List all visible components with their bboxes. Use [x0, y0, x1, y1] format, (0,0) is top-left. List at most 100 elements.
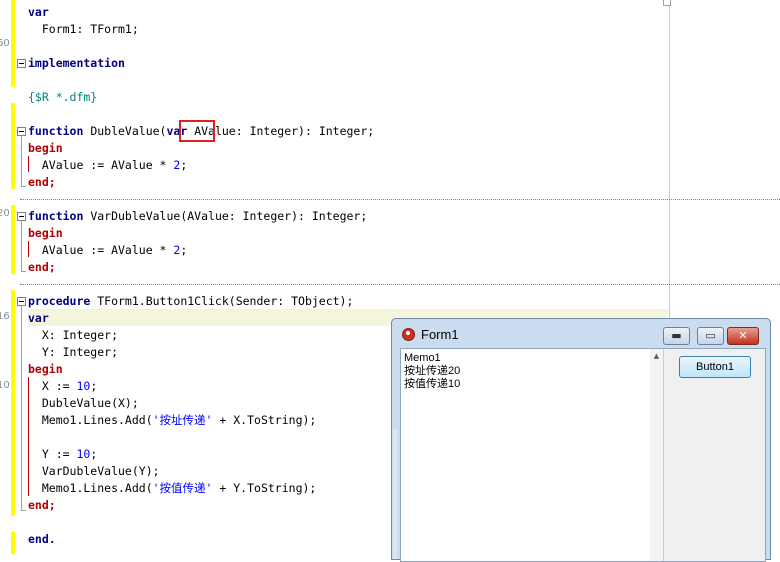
code-line: X: Integer; [28, 328, 119, 342]
code-text: ; [90, 379, 98, 393]
fold-line [21, 221, 22, 271]
code-line: begin [28, 140, 63, 157]
keyword: end; [28, 175, 56, 189]
keyword: begin [28, 141, 63, 155]
bar-gap [11, 516, 15, 532]
string-literal: '按址传递' [152, 413, 213, 427]
line-number: 16 [0, 311, 10, 322]
editor-corner-box [663, 0, 671, 6]
fold-line-end [21, 510, 26, 511]
compiler-directive: {$R *.dfm} [28, 90, 98, 104]
memo-line: 按值传递10 [404, 378, 461, 390]
bar-gap [11, 87, 15, 103]
form1-window[interactable]: Form1 ▬ ▭ ✕ Memo1 按址传递20 按值传递10 ▲ Button… [391, 318, 771, 562]
memo-scrollbar[interactable]: ▲ [650, 349, 663, 561]
number-literal: 10 [76, 379, 91, 393]
window-titlebar[interactable]: Form1 ▬ ▭ ✕ [392, 319, 770, 349]
form-client-area: Memo1 按址传递20 按值传递10 ▲ Button1 [393, 348, 766, 562]
bar-gap [11, 189, 15, 205]
code-text: AValue := AValue * [28, 158, 174, 172]
code-line: X := 10; [28, 378, 97, 395]
maximize-icon: ▭ [705, 329, 716, 342]
keyword: function [28, 124, 84, 138]
method-separator [20, 284, 780, 285]
code-line: VarDubleValue(Y); [28, 464, 160, 478]
fold-toggle[interactable] [17, 59, 26, 68]
method-separator [20, 199, 780, 200]
code-line: begin [28, 361, 63, 378]
code-text: ; [180, 243, 188, 257]
code-text: AValue := AValue * [28, 243, 174, 257]
code-text: AValue: Integer): Integer; [187, 124, 375, 138]
fold-toggle[interactable] [17, 212, 26, 221]
code-text: TForm1.Button1Click(Sender: TObject); [90, 294, 354, 308]
code-line: DubleValue(X); [28, 396, 139, 410]
code-text: ; [90, 447, 98, 461]
window-title: Form1 [421, 327, 459, 342]
code-text: + X.ToString); [212, 413, 317, 427]
keyword: function [28, 209, 84, 223]
maximize-button[interactable]: ▭ [697, 327, 724, 345]
string-literal: '按值传递' [152, 481, 213, 495]
code-line: function VarDubleValue(AValue: Integer):… [28, 208, 367, 225]
code-text: Memo1.Lines.Add( [28, 481, 153, 495]
code-text: Y := [28, 447, 77, 461]
code-line: end. [28, 531, 56, 548]
fold-line [21, 136, 22, 186]
code-line: AValue := AValue * 2; [28, 242, 187, 259]
keyword: var [28, 311, 49, 325]
code-text: Memo1.Lines.Add( [28, 413, 153, 427]
line-number: 10 [0, 380, 10, 391]
keyword: end; [28, 498, 56, 512]
fold-toggle[interactable] [17, 127, 26, 136]
fold-line-end [21, 186, 26, 187]
window-edge [393, 429, 397, 559]
memo-line: 按址传递20 [404, 365, 461, 377]
line-number-gutter: 60 20 16 10 [0, 0, 10, 554]
code-line: AValue := AValue * 2; [28, 157, 187, 174]
close-button[interactable]: ✕ [727, 327, 759, 345]
button1[interactable]: Button1 [679, 356, 751, 378]
code-text: ; [180, 158, 188, 172]
code-line: Form1: TForm1; [28, 22, 139, 36]
minimize-icon: ▬ [671, 329, 682, 342]
code-line: Y: Integer; [28, 345, 119, 359]
code-line: Y := 10; [28, 446, 97, 463]
code-line: end; [28, 259, 56, 276]
code-line: begin [28, 225, 63, 242]
app-icon [402, 328, 415, 341]
keyword: var [28, 5, 49, 19]
var-highlight-box [179, 120, 215, 142]
minimize-button[interactable]: ▬ [663, 327, 690, 345]
bar-gap [11, 274, 15, 290]
keyword: begin [28, 226, 63, 240]
fold-line-end [21, 271, 26, 272]
code-line: end; [28, 174, 56, 191]
keyword: procedure [28, 294, 91, 308]
code-line: Memo1.Lines.Add('按值传递' + Y.ToString); [28, 480, 317, 497]
number-literal: 10 [76, 447, 91, 461]
memo1[interactable]: Memo1 按址传递20 按值传递10 ▲ [401, 349, 664, 561]
keyword: implementation [28, 56, 125, 70]
code-line: end; [28, 497, 56, 514]
code-line: var [28, 4, 49, 21]
code-text: X := [28, 379, 77, 393]
keyword: end; [28, 260, 56, 274]
code-line: implementation [28, 55, 125, 72]
keyword: end. [28, 532, 56, 546]
close-icon: ✕ [738, 329, 748, 342]
code-text: VarDubleValue(AValue: Integer): Integer; [83, 209, 368, 223]
line-number: 60 [0, 38, 10, 49]
code-line: procedure TForm1.Button1Click(Sender: TO… [28, 293, 353, 310]
scroll-up-icon[interactable]: ▲ [650, 351, 663, 361]
code-text: + Y.ToString); [212, 481, 317, 495]
keyword: begin [28, 362, 63, 376]
code-text: DubleValue( [83, 124, 167, 138]
line-number: 20 [0, 208, 10, 219]
code-line: {$R *.dfm} [28, 89, 97, 106]
code-line: Memo1.Lines.Add('按址传递' + X.ToString); [28, 412, 317, 429]
memo-line: Memo1 [404, 352, 441, 364]
fold-line [21, 306, 22, 510]
code-line: var [28, 310, 49, 327]
fold-toggle[interactable] [17, 297, 26, 306]
